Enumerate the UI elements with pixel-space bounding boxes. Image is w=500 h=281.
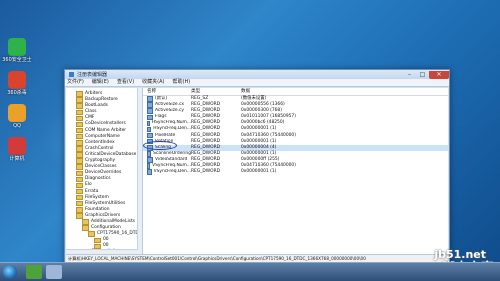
reg-value-icon (147, 96, 153, 102)
folder-icon (76, 115, 83, 122)
folder-icon (88, 231, 95, 237)
desktop-app-icon (8, 104, 26, 122)
desktop-icon[interactable]: 360安全卫士 (2, 38, 32, 63)
folder-icon (82, 219, 89, 225)
folder-icon (76, 188, 83, 195)
desktop-icon[interactable]: QQ (2, 104, 32, 129)
desktop-app-icon (8, 71, 26, 89)
registry-editor-window[interactable]: 注册表编辑器 – □ ✕ 文件(F) 编辑(E) 查看(V) 收藏夹(A) 帮助(H) … (64, 69, 450, 265)
reg-value-icon (147, 157, 153, 163)
values-list[interactable]: 名称 类型 数据 (默认) REG_SZ (数值未设置) ActiveSize.cx R… (143, 88, 448, 254)
taskbar (0, 262, 500, 281)
folder-icon (76, 200, 83, 207)
reg-value-icon (147, 120, 150, 127)
reg-value-icon (147, 151, 152, 157)
close-button[interactable]: ✕ (429, 70, 449, 79)
reg-value-icon (147, 126, 152, 133)
reg-value-icon (147, 114, 153, 121)
reg-value-icon (147, 108, 153, 114)
value-name-text: VSyncFreq.Den... (153, 169, 191, 175)
desktop-icon[interactable]: 计算机 (2, 137, 32, 162)
tree-scrollbar[interactable] (137, 88, 142, 254)
taskbar-app-icon[interactable] (26, 265, 42, 279)
folder-icon (76, 182, 83, 189)
desktop-icon[interactable]: 360杀毒 (2, 71, 32, 96)
folder-icon (76, 103, 83, 109)
folder-icon (76, 207, 83, 213)
reg-value-icon (147, 102, 153, 108)
folder-icon (76, 91, 83, 97)
value-type: REG_DWORD (191, 169, 221, 175)
desktop-app-icon (8, 38, 26, 56)
reg-value-icon (147, 132, 153, 139)
desktop-icon-label: 计算机 (9, 156, 25, 162)
desktop-icon-label: 360杀毒 (7, 90, 27, 96)
highlight-circle (143, 141, 177, 150)
title-bar[interactable]: 注册表编辑器 – □ ✕ (65, 70, 449, 79)
folder-icon (94, 237, 101, 244)
start-button[interactable] (3, 265, 17, 279)
menu-item[interactable]: 收藏夹(A) (142, 79, 164, 86)
reg-value-icon (147, 169, 152, 175)
menu-item[interactable]: 帮助(H) (173, 79, 191, 86)
menu-bar: 文件(F) 编辑(E) 查看(V) 收藏夹(A) 帮助(H) (65, 79, 449, 87)
folder-icon (76, 213, 83, 219)
value-name: VSyncFreq.Den... (143, 169, 191, 175)
taskbar-regedit-icon[interactable] (46, 265, 62, 279)
folder-icon (76, 176, 83, 183)
folder-icon (76, 121, 83, 128)
menu-item[interactable]: 查看(V) (117, 79, 134, 86)
folder-icon (76, 140, 83, 146)
folder-icon (76, 109, 83, 116)
folder-icon (76, 170, 83, 177)
folder-icon (76, 146, 83, 152)
desktop-icon-label: 360安全卫士 (2, 57, 32, 63)
value-row[interactable]: VSyncFreq.Den... REG_DWORD 0x00000001 (1) (143, 169, 448, 175)
folder-icon (76, 133, 83, 140)
menu-item[interactable]: 文件(F) (67, 79, 84, 86)
window-title: 注册表编辑器 (77, 72, 108, 78)
maximize-button[interactable]: □ (416, 71, 429, 79)
menu-item[interactable]: 编辑(E) (92, 79, 109, 86)
value-data: 0x00000001 (1) (241, 169, 277, 175)
desktop-icon-label: QQ (13, 123, 21, 129)
minimize-button[interactable]: – (403, 71, 416, 79)
folder-icon (76, 158, 83, 164)
column-type[interactable]: 类型 (191, 88, 241, 95)
list-header: 名称 类型 数据 (143, 88, 448, 96)
folder-icon (76, 152, 83, 158)
column-data[interactable]: 数据 (241, 88, 448, 95)
column-name[interactable]: 名称 (143, 88, 191, 95)
folder-icon (76, 164, 83, 170)
folder-icon (82, 225, 89, 231)
folder-icon (76, 127, 83, 134)
folder-icon (76, 97, 83, 103)
folder-icon (76, 194, 83, 201)
key-tree[interactable]: Arbiters BackupRestore BootLoads Class CMF Co… (66, 88, 143, 254)
reg-value-icon (147, 163, 151, 169)
desktop-app-icon (8, 137, 26, 155)
regedit-icon (69, 72, 74, 77)
